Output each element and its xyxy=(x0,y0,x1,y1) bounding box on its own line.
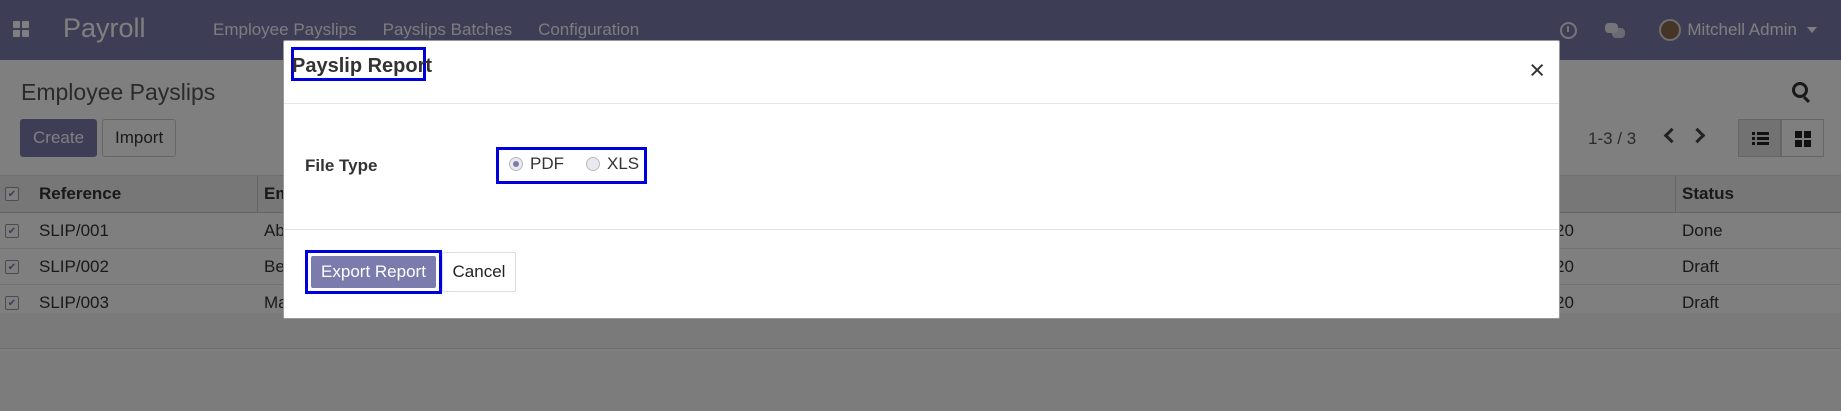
file-type-radio-group: PDF XLS xyxy=(496,147,647,184)
xls-radio-label[interactable]: XLS xyxy=(607,154,639,174)
close-icon[interactable]: × xyxy=(1529,57,1545,84)
pdf-radio[interactable] xyxy=(509,157,523,171)
export-report-label: Export Report xyxy=(311,256,436,288)
xls-radio[interactable] xyxy=(586,157,600,171)
cancel-button[interactable]: Cancel xyxy=(442,252,516,292)
dialog-header: Payslip Report × xyxy=(284,41,1559,104)
file-type-label: File Type xyxy=(305,156,378,175)
pdf-radio-label[interactable]: PDF xyxy=(530,154,564,174)
payslip-report-dialog: Payslip Report × File Type PDF XLS Expor… xyxy=(283,40,1560,319)
dialog-footer: Export Report Cancel xyxy=(284,230,1559,320)
dialog-title: Payslip Report xyxy=(292,55,433,77)
export-report-button[interactable]: Export Report xyxy=(305,250,442,294)
dialog-body: File Type PDF XLS xyxy=(284,104,1559,230)
